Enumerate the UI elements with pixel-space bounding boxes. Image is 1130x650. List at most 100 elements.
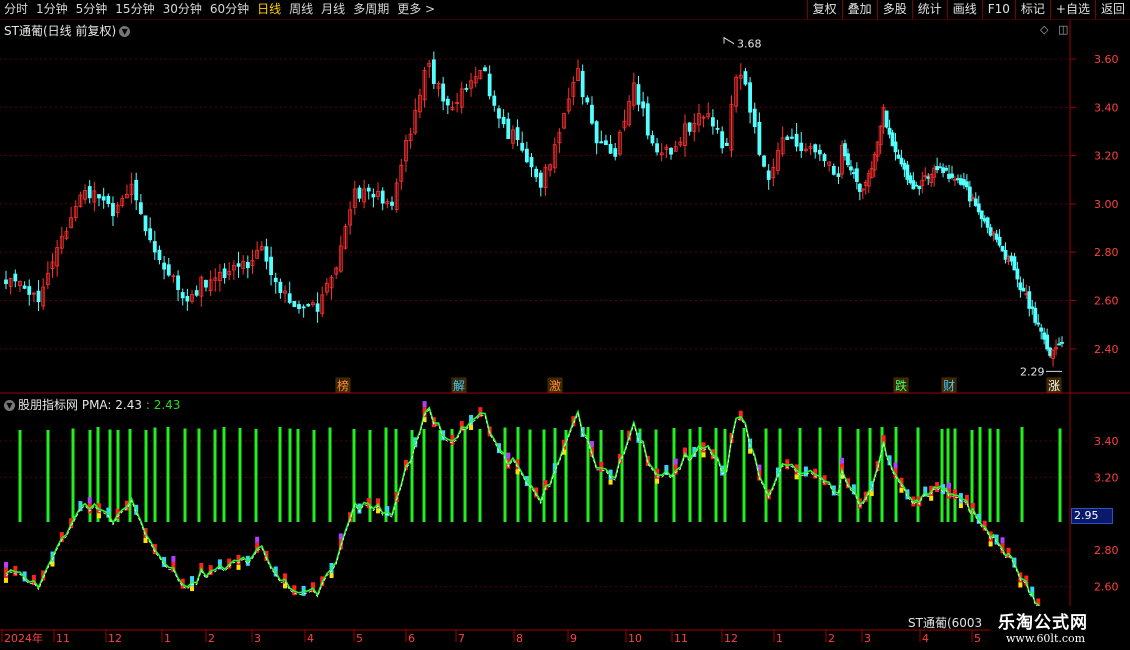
maximize-icon[interactable]: ◫ <box>1058 23 1068 36</box>
indicator-title[interactable]: ▼ 股朋指标网 PMA: 2.43 : 2.43 <box>4 396 180 413</box>
candle-body <box>464 88 469 90</box>
candle-body <box>101 196 106 201</box>
candle-body <box>301 306 306 309</box>
candle-body <box>166 264 171 276</box>
pma-label: PMA: 2.43 <box>81 398 143 412</box>
indicator-block <box>655 478 660 484</box>
candle-body <box>1030 306 1035 309</box>
x-axis-label: 1 <box>776 632 783 645</box>
indicator-block <box>329 573 334 579</box>
candle-body <box>236 263 241 267</box>
candle-body <box>655 143 659 153</box>
candle-body <box>669 147 673 155</box>
main-y-tick-label: 2.40 <box>1094 343 1119 356</box>
diamond-icon[interactable]: ◇ <box>1040 23 1048 36</box>
candle-body <box>988 227 993 236</box>
indicator-block <box>236 564 241 570</box>
candle-body <box>176 275 180 291</box>
x-axis-label: 10 <box>628 632 642 645</box>
candle-body <box>947 173 951 179</box>
candle-body <box>245 262 250 269</box>
x-axis-label: 8 <box>516 632 523 645</box>
candle-body <box>13 273 18 282</box>
indicator-block <box>988 541 993 547</box>
event-tag: 财 <box>943 379 955 393</box>
candle-body <box>580 70 585 98</box>
indicator-block <box>171 555 176 562</box>
candle-body <box>1057 343 1061 346</box>
candle-body <box>785 136 790 141</box>
indicator-block <box>958 503 963 509</box>
candle-body <box>748 82 752 113</box>
candle-body <box>297 304 301 310</box>
candle-body <box>902 162 907 170</box>
candle-body <box>650 135 655 144</box>
candle-body <box>501 116 506 125</box>
candle-body <box>896 154 901 159</box>
candle-body <box>22 285 27 289</box>
candle-body <box>134 179 139 201</box>
chevron-down-icon[interactable]: ▼ <box>4 400 15 411</box>
pma-line <box>5 406 1063 630</box>
candle-body <box>380 190 385 204</box>
candle-body <box>520 142 525 151</box>
candle-body <box>97 194 101 199</box>
candle-body <box>817 149 822 155</box>
candle-body <box>306 303 311 307</box>
indicator-block <box>608 479 613 485</box>
candle-body <box>911 180 916 190</box>
candle-body <box>813 144 818 153</box>
candle-body <box>757 121 762 155</box>
candle-body <box>967 186 972 202</box>
candle-body <box>715 127 720 130</box>
candle-body <box>843 143 847 157</box>
candle-body <box>204 279 208 288</box>
candle-body <box>956 178 960 181</box>
indicator-block <box>840 457 844 464</box>
candle-body <box>506 118 511 140</box>
x-axis-label: 3 <box>254 632 261 645</box>
candle-body <box>515 127 520 141</box>
candle-body <box>831 165 836 175</box>
indicator-block <box>469 425 474 431</box>
indicator-block <box>947 482 952 489</box>
candle-body <box>162 262 167 270</box>
candle-body <box>599 141 604 144</box>
candle-body <box>483 67 487 72</box>
high-price-label: 3.68 <box>737 38 762 51</box>
kline-chart-canvas[interactable]: 3.60 3.40 3.20 3.00 2.80 2.60 2.40 3.40 3.20 2.80… <box>0 0 1130 650</box>
candle-body <box>292 300 297 308</box>
candle-body <box>982 218 987 222</box>
x-axis-label: 7 <box>458 632 465 645</box>
candle-body <box>822 154 827 162</box>
candle-body <box>269 256 273 276</box>
x-axis-label: 11 <box>56 632 70 645</box>
candle-body <box>431 59 436 84</box>
event-tag: 激 <box>549 379 561 393</box>
main-y-tick-label: 3.20 <box>1094 150 1119 163</box>
main-chart-title-text: ST通葡(日线 前复权) <box>4 24 117 38</box>
chevron-down-icon[interactable]: ▼ <box>119 26 131 37</box>
main-chart-title[interactable]: ST通葡(日线 前复权) ▼ <box>4 22 131 39</box>
x-axis-label: 2 <box>828 632 835 645</box>
candle-body <box>111 203 115 217</box>
candle-body <box>585 97 590 103</box>
candle-body <box>973 198 978 206</box>
candle-body <box>950 173 954 178</box>
indicator-block <box>1018 582 1023 588</box>
candle-body <box>264 246 269 262</box>
x-axis-label: 9 <box>570 632 577 645</box>
candle-body <box>390 201 394 206</box>
indicator-block <box>673 458 678 465</box>
candle-body <box>445 98 450 106</box>
candle-body <box>857 183 862 192</box>
candle-body <box>976 203 981 213</box>
candle-body <box>106 195 111 205</box>
candle-body <box>905 164 910 180</box>
candle-body <box>961 179 966 186</box>
candle-body <box>1012 256 1017 271</box>
candle-body <box>752 108 757 128</box>
candle-body <box>87 186 92 199</box>
candle-body <box>613 148 618 157</box>
x-axis-label: 6 <box>408 632 415 645</box>
